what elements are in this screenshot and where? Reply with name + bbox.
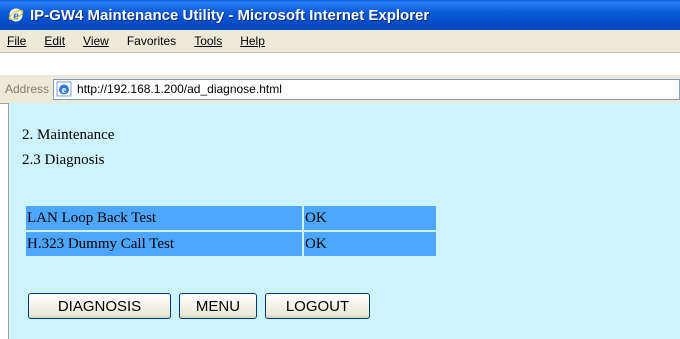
test-name-cell: LAN Loop Back Test	[26, 206, 302, 230]
menu-file-label: File	[7, 34, 27, 48]
menu-favorites[interactable]: Favorites	[118, 34, 185, 48]
menu-tools-label: Tools	[194, 34, 223, 48]
address-bar: Address e http://192.168.1.200/ad_diagno…	[0, 74, 680, 104]
address-field[interactable]: e http://192.168.1.200/ad_diagnose.html	[53, 78, 680, 100]
menu-tools[interactable]: Tools	[185, 34, 231, 48]
menu-view-label: View	[83, 34, 109, 48]
address-label: Address	[5, 82, 50, 96]
table-row: H.323 Dummy Call Test OK	[26, 232, 436, 256]
test-status-cell: OK	[304, 206, 436, 230]
svg-text:e: e	[62, 85, 67, 96]
diagnosis-button[interactable]: DIAGNOSIS	[28, 293, 171, 319]
internet-explorer-icon: e	[8, 8, 24, 23]
browser-window: e IP-GW4 Maintenance Utility - Microsoft…	[0, 0, 680, 339]
menu-help-label: Help	[240, 34, 265, 48]
test-status-cell: OK	[304, 232, 436, 256]
menu-edit-label: Edit	[44, 34, 66, 48]
page-icon: e	[56, 81, 72, 97]
action-buttons: DIAGNOSIS MENU LOGOUT	[28, 293, 378, 319]
logout-button[interactable]: LOGOUT	[265, 293, 370, 319]
address-url: http://192.168.1.200/ad_diagnose.html	[77, 82, 282, 96]
table-row: LAN Loop Back Test OK	[26, 206, 436, 230]
menu-favorites-label: Favorites	[126, 34, 177, 48]
menu-file[interactable]: File	[0, 34, 35, 48]
title-bar: e IP-GW4 Maintenance Utility - Microsoft…	[0, 0, 680, 30]
svg-text:e: e	[13, 8, 19, 23]
menu-view[interactable]: View	[74, 34, 118, 48]
menu-button[interactable]: MENU	[179, 293, 257, 319]
diagnosis-results-table: LAN Loop Back Test OK H.323 Dummy Call T…	[24, 204, 438, 258]
menu-help[interactable]: Help	[231, 34, 274, 48]
window-title: IP-GW4 Maintenance Utility - Microsoft I…	[30, 6, 430, 24]
menu-edit[interactable]: Edit	[35, 34, 74, 48]
test-name-cell: H.323 Dummy Call Test	[26, 232, 302, 256]
subsection-heading: 2.3 Diagnosis	[22, 152, 105, 168]
menu-bar: File Edit View Favorites Tools Help	[0, 30, 680, 53]
page-content: 2. Maintenance 2.3 Diagnosis LAN Loop Ba…	[8, 103, 680, 339]
section-heading: 2. Maintenance	[22, 127, 115, 143]
